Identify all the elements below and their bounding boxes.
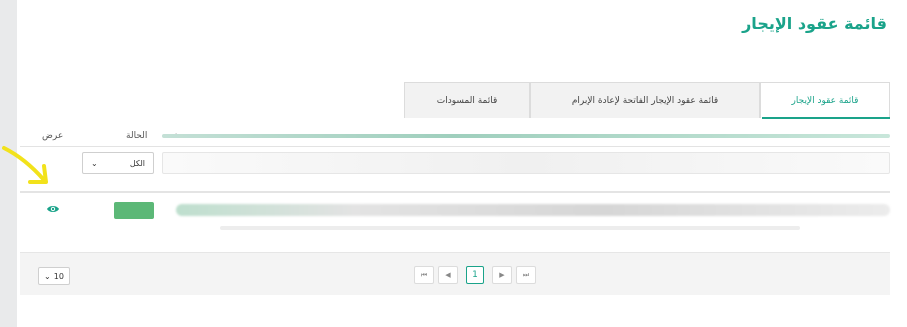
- column-header-view: عرض: [42, 131, 64, 141]
- hand-drawn-arrow-icon: [2, 146, 48, 184]
- chevron-down-icon: ⌄: [91, 158, 98, 168]
- prev-page-button[interactable]: ◀: [438, 266, 458, 284]
- blurred-column-headers: [162, 134, 890, 138]
- status-filter-select[interactable]: ⌄ الكل: [82, 152, 154, 174]
- chevron-down-icon: ⌄: [44, 271, 51, 281]
- first-page-button[interactable]: ⏮: [414, 266, 434, 284]
- blurred-row-content-secondary: [220, 226, 800, 230]
- page-size-select[interactable]: ⌄ 10: [38, 267, 70, 285]
- next-page-button[interactable]: ▶: [492, 266, 512, 284]
- page-title: قائمة عقود الإيجار: [742, 14, 887, 33]
- tab-drafts[interactable]: قائمة المسودات: [404, 82, 530, 118]
- blurred-filter-input[interactable]: [162, 152, 890, 174]
- tab-open-for-renewal[interactable]: قائمة عقود الإيجار الفاتحة لإعادة الإبرا…: [530, 82, 760, 118]
- row-divider-top: [20, 191, 890, 193]
- status-badge: [114, 202, 154, 219]
- page-size-value: 10: [53, 271, 64, 281]
- last-page-button[interactable]: ⏭: [516, 266, 536, 284]
- tab-bar: قائمة المسودات قائمة عقود الإيجار الفاتح…: [404, 82, 890, 118]
- eye-icon[interactable]: [46, 204, 60, 214]
- blurred-row-content: [176, 204, 890, 216]
- active-tab-indicator: [762, 117, 890, 119]
- tab-lease-contracts[interactable]: قائمة عقود الإيجار: [760, 82, 890, 118]
- column-header-status: الحالة: [126, 131, 148, 141]
- status-filter-value: الكل: [129, 158, 145, 168]
- current-page-button[interactable]: 1: [466, 266, 484, 284]
- header-divider: [20, 146, 890, 147]
